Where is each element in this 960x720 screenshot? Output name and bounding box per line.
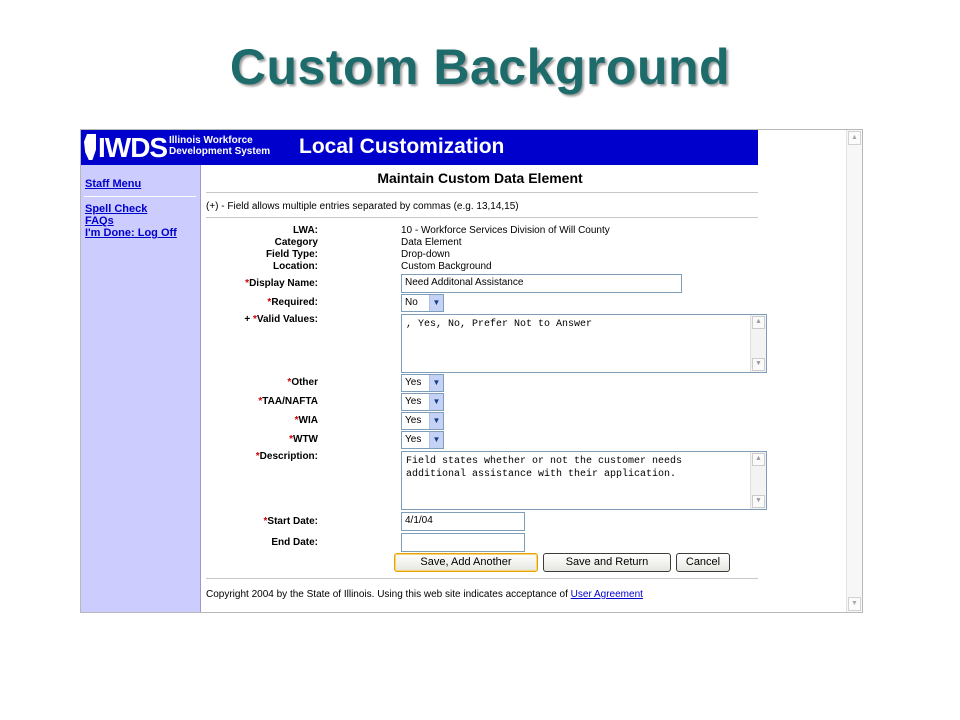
- main-content: Maintain Custom Data Element (+) - Field…: [202, 165, 767, 612]
- start-date-label-text: Start Date:: [267, 516, 318, 527]
- copyright-text: Copyright 2004 by the State of Illinois.…: [206, 589, 571, 600]
- save-add-another-button[interactable]: Save, Add Another: [394, 553, 538, 572]
- wtw-row: *WTW: [202, 434, 758, 448]
- chevron-down-icon[interactable]: ▼: [429, 413, 443, 429]
- taa-nafta-select-value: Yes: [405, 396, 422, 407]
- sidebar-item-staff-menu[interactable]: Staff Menu: [85, 178, 141, 190]
- sidebar: Staff Menu Spell Check FAQs I'm Done: Lo…: [81, 165, 201, 612]
- required-label-text: Required:: [271, 297, 318, 308]
- plus-marker: +: [244, 314, 253, 325]
- display-name-input[interactable]: Need Additonal Assistance: [401, 274, 682, 293]
- location-label: Location:: [273, 261, 318, 272]
- scroll-down-arrow-icon[interactable]: ▼: [848, 597, 861, 611]
- sidebar-divider: [84, 196, 196, 197]
- chevron-down-icon[interactable]: ▼: [429, 295, 443, 311]
- description-label: *Description:: [256, 451, 318, 462]
- category-value: Data Element: [401, 237, 462, 248]
- start-date-label: *Start Date:: [264, 516, 318, 527]
- other-label-text: Other: [291, 377, 318, 388]
- save-and-return-button[interactable]: Save and Return: [543, 553, 671, 572]
- lwa-value: 10 - Workforce Services Division of Will…: [401, 225, 610, 236]
- wia-row: *WIA: [202, 415, 758, 429]
- other-row: *Other: [202, 377, 758, 391]
- valid-values-label: + *Valid Values:: [244, 314, 318, 325]
- lwa-label: LWA:: [293, 225, 318, 236]
- wia-select-value: Yes: [405, 415, 422, 426]
- wia-label-text: WIA: [298, 415, 318, 426]
- location-row: Location: Custom Background: [202, 261, 758, 275]
- wia-select[interactable]: Yes ▼: [401, 412, 444, 430]
- textarea-scrollbar[interactable]: ▲ ▼: [750, 315, 766, 372]
- required-select[interactable]: No ▼: [401, 294, 444, 312]
- required-row: *Required:: [202, 297, 758, 311]
- slide-title: Custom Background: [229, 39, 731, 95]
- browser-window: IWDS Illinois Workforce Development Syst…: [80, 129, 863, 613]
- textarea-scrollbar[interactable]: ▲ ▼: [750, 452, 766, 509]
- valid-values-textarea[interactable]: , Yes, No, Prefer Not to Answer ▲ ▼: [401, 314, 767, 373]
- scroll-down-arrow-icon[interactable]: ▼: [752, 495, 765, 508]
- end-date-input[interactable]: [401, 533, 525, 552]
- divider: [206, 578, 758, 579]
- multiple-entries-note: (+) - Field allows multiple entries sepa…: [206, 201, 519, 212]
- scroll-up-arrow-icon[interactable]: ▲: [752, 453, 765, 466]
- header-banner: IWDS Illinois Workforce Development Syst…: [81, 130, 758, 165]
- field-type-label: Field Type:: [265, 249, 318, 260]
- sidebar-item-log-off[interactable]: I'm Done: Log Off: [85, 227, 177, 239]
- field-type-value: Drop-down: [401, 249, 450, 260]
- taa-nafta-label-text: TAA/NAFTA: [262, 396, 318, 407]
- description-text: Field states whether or not the customer…: [406, 456, 683, 480]
- end-date-label: End Date:: [271, 537, 318, 548]
- display-name-label-text: Display Name:: [249, 278, 318, 289]
- start-date-input[interactable]: 4/1/04: [401, 512, 525, 531]
- logo: IWDS: [98, 132, 168, 163]
- location-value: Custom Background: [401, 261, 492, 272]
- scroll-up-arrow-icon[interactable]: ▲: [752, 316, 765, 329]
- other-label: *Other: [287, 377, 318, 388]
- wtw-label-text: WTW: [293, 434, 318, 445]
- description-label-text: Description:: [259, 451, 318, 462]
- user-agreement-link[interactable]: User Agreement: [571, 589, 643, 600]
- valid-values-label-text: Valid Values:: [256, 314, 318, 325]
- footer: Copyright 2004 by the State of Illinois.…: [206, 589, 643, 600]
- scroll-down-arrow-icon[interactable]: ▼: [752, 358, 765, 371]
- sidebar-item-faqs[interactable]: FAQs: [85, 215, 114, 227]
- cancel-button[interactable]: Cancel: [676, 553, 730, 572]
- taa-nafta-row: *TAA/NAFTA: [202, 396, 758, 410]
- valid-values-text: , Yes, No, Prefer Not to Answer: [406, 319, 593, 330]
- required-label: *Required:: [267, 297, 318, 308]
- chevron-down-icon[interactable]: ▼: [429, 394, 443, 410]
- scroll-up-arrow-icon[interactable]: ▲: [848, 131, 861, 145]
- illinois-state-icon: [84, 134, 96, 160]
- logo-subtitle: Illinois Workforce Development System: [169, 135, 271, 157]
- divider: [206, 217, 758, 218]
- taa-nafta-select[interactable]: Yes ▼: [401, 393, 444, 411]
- description-textarea[interactable]: Field states whether or not the customer…: [401, 451, 767, 510]
- banner-title: Local Customization: [299, 135, 505, 158]
- other-select-value: Yes: [405, 377, 422, 388]
- sidebar-item-spell-check[interactable]: Spell Check: [85, 203, 147, 215]
- page-scrollbar[interactable]: ▲ ▼: [846, 130, 862, 612]
- category-label: Category: [274, 237, 318, 248]
- required-select-value: No: [405, 297, 418, 308]
- display-name-label: *Display Name:: [245, 278, 318, 289]
- page-title: Maintain Custom Data Element: [377, 170, 583, 186]
- wtw-label: *WTW: [289, 434, 318, 445]
- divider: [206, 192, 758, 193]
- wtw-select[interactable]: Yes ▼: [401, 431, 444, 449]
- other-select[interactable]: Yes ▼: [401, 374, 444, 392]
- chevron-down-icon[interactable]: ▼: [429, 432, 443, 448]
- wtw-select-value: Yes: [405, 434, 422, 445]
- taa-nafta-label: *TAA/NAFTA: [258, 396, 318, 407]
- chevron-down-icon[interactable]: ▼: [429, 375, 443, 391]
- wia-label: *WIA: [295, 415, 318, 426]
